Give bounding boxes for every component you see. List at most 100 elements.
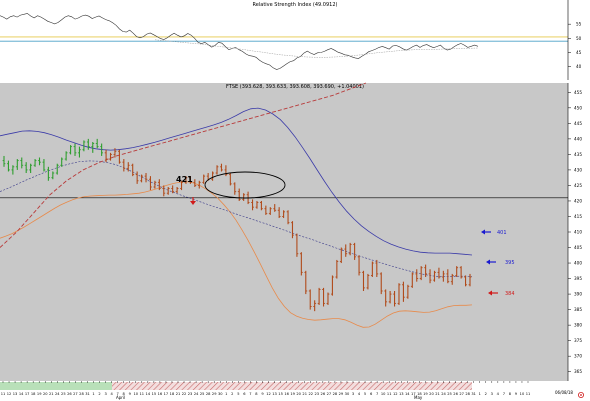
x-tick-label: 11 <box>387 392 392 396</box>
price-tick-label: 415 <box>574 214 582 219</box>
rsi-tick-label: 50 <box>576 36 582 41</box>
x-tick-label: 14 <box>19 392 24 396</box>
x-tick-label: 10 <box>133 392 138 396</box>
x-tick-label: 28 <box>465 392 470 396</box>
x-tick-label: 26 <box>67 392 72 396</box>
x-tick-label: 19 <box>423 392 428 396</box>
x-tick-label: 29 <box>339 392 344 396</box>
x-tick-label: 27 <box>459 392 464 396</box>
x-tick-label: 7 <box>376 392 378 396</box>
x-tick-label: 5 <box>364 392 366 396</box>
x-tick-label: 20 <box>296 392 301 396</box>
x-tick-label: 17 <box>25 392 30 396</box>
far-right-date: 06/08/18 <box>555 390 573 395</box>
price-tick-label: 425 <box>574 183 582 188</box>
price-tick-label: 450 <box>574 105 582 110</box>
x-tick-label: 20 <box>429 392 434 396</box>
settings-icon[interactable] <box>578 391 585 398</box>
x-tick-label: 24 <box>441 392 446 396</box>
x-tick-label: 12 <box>393 392 398 396</box>
x-tick-label: 27 <box>327 392 332 396</box>
x-tick-label: 25 <box>447 392 452 396</box>
price-tick-label: 455 <box>574 90 582 95</box>
x-tick-label: 30 <box>218 392 223 396</box>
x-tick-label: 29 <box>212 392 217 396</box>
level-421-label: 421 <box>176 175 193 184</box>
x-axis-green-band <box>0 382 112 390</box>
price-tick-label: 385 <box>574 307 582 312</box>
x-tick-label: 31 <box>471 392 476 396</box>
rsi-tick-label: 45 <box>576 50 582 55</box>
x-tick-label: 21 <box>176 392 181 396</box>
price-y-axis: 455 450 445 440 435 430 425 420 415 410 405 400 395 3… <box>567 83 582 381</box>
x-tick-label: 23 <box>188 392 193 396</box>
x-tick-label: 21 <box>435 392 440 396</box>
x-tick-label: 22 <box>308 392 313 396</box>
price-tick-label: 395 <box>574 276 582 281</box>
price-tick-label: 440 <box>574 136 582 141</box>
x-tick-label: 19 <box>290 392 295 396</box>
ma-top-label: 401 <box>497 230 507 236</box>
x-tick-label: 19 <box>37 392 42 396</box>
panel-separator <box>0 80 590 83</box>
x-tick-label: 20 <box>43 392 48 396</box>
x-tick-label: 3 <box>352 392 354 396</box>
month-label-may: May <box>414 395 423 400</box>
x-tick-label: 27 <box>73 392 78 396</box>
x-tick-label: 1 <box>92 392 94 396</box>
x-tick-label: 1 <box>479 392 481 396</box>
x-tick-label: 12 <box>7 392 12 396</box>
x-tick-label: 10 <box>520 392 525 396</box>
price-tick-label: 370 <box>574 354 582 359</box>
x-tick-label: 3 <box>491 392 493 396</box>
rsi-tick-label: 55 <box>576 22 582 27</box>
x-tick-label: 13 <box>272 392 277 396</box>
price-tick-label: 445 <box>574 121 582 126</box>
price-tick-label: 380 <box>574 323 582 328</box>
price-tick-label: 400 <box>574 261 582 266</box>
rsi-title: Relative Strength Index (49.0912) <box>253 2 338 8</box>
month-label-april: April <box>116 395 125 400</box>
x-tick-label: 15 <box>278 392 283 396</box>
rsi-y-axis: 55 50 45 40 <box>567 0 582 80</box>
price-tick-label: 420 <box>574 198 582 203</box>
x-tick-label: 3 <box>104 392 106 396</box>
x-axis-hatched-band <box>112 382 472 390</box>
x-tick-label: 26 <box>453 392 458 396</box>
price-tick-label: 365 <box>574 369 582 374</box>
x-tick-label: 25 <box>200 392 205 396</box>
x-tick-label: 11 <box>1 392 6 396</box>
x-tick-label: 26 <box>321 392 326 396</box>
price-tick-label: 435 <box>574 152 582 157</box>
price-tick-label: 405 <box>574 245 582 250</box>
x-tick-label: 13 <box>399 392 404 396</box>
x-tick-label: 7 <box>503 392 505 396</box>
price-tick-label: 430 <box>574 167 582 172</box>
x-tick-label: 12 <box>266 392 271 396</box>
ma-mid-label: 395 <box>505 260 515 266</box>
x-tick-label: 5 <box>237 392 239 396</box>
x-tick-label: 25 <box>61 392 66 396</box>
rsi-tick-label: 40 <box>576 64 582 69</box>
x-tick-label: 24 <box>194 392 199 396</box>
x-tick-label: 28 <box>79 392 84 396</box>
price-tick-label: 410 <box>574 230 582 235</box>
x-tick-label: 18 <box>170 392 175 396</box>
x-tick-label: 2 <box>485 392 487 396</box>
chart-canvas: Relative Strength Index (49.0912) 555045… <box>0 0 590 401</box>
x-tick-label: 22 <box>182 392 187 396</box>
x-tick-label: 21 <box>302 392 307 396</box>
price-title: FTSE (393.628, 393.633, 393.608, 393.690… <box>226 84 364 90</box>
x-tick-label: 16 <box>158 392 163 396</box>
rsi-panel-bg <box>0 0 568 80</box>
x-tick-label: 7 <box>249 392 251 396</box>
x-tick-label: 15 <box>152 392 157 396</box>
x-tick-label: 13 <box>13 392 18 396</box>
x-tick-label: 11 <box>140 392 145 396</box>
x-tick-label: 14 <box>146 392 151 396</box>
x-tick-label: 16 <box>284 392 289 396</box>
x-tick-label: 28 <box>333 392 338 396</box>
x-tick-label: 1 <box>225 392 227 396</box>
x-tick-label: 14 <box>405 392 410 396</box>
x-tick-label: 24 <box>55 392 60 396</box>
